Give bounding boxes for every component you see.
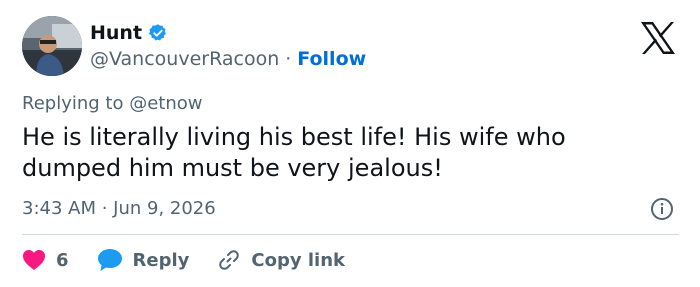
author-name-row: Hunt [90,22,168,44]
copy-link-button[interactable]: Copy link [217,248,345,272]
verified-badge-icon [148,23,168,43]
copy-link-label: Copy link [251,249,345,271]
author-handle[interactable]: @VancouverRacoon [90,48,279,70]
speech-bubble-icon [97,248,123,272]
author-handle-row: @VancouverRacoon · Follow [90,48,366,70]
follow-button[interactable]: Follow [297,48,366,70]
replying-to: Replying to @etnow [22,93,203,114]
reply-label: Reply [132,249,190,271]
like-button[interactable]: 6 [22,249,69,271]
heart-icon [22,249,46,271]
tweet-text: He is literally living his best life! Hi… [22,123,566,182]
x-logo-icon[interactable] [638,20,678,56]
like-count: 6 [56,249,69,271]
action-bar: 6 Reply Copy link [22,246,373,274]
divider [22,234,679,235]
link-icon [217,248,241,272]
tweet-timestamp[interactable]: 3:43 AM · Jun 9, 2026 [22,198,216,219]
info-icon[interactable] [650,197,674,221]
separator-dot: · [285,48,292,70]
author-name[interactable]: Hunt [90,22,142,44]
avatar[interactable] [22,16,82,76]
reply-button[interactable]: Reply [97,248,190,272]
